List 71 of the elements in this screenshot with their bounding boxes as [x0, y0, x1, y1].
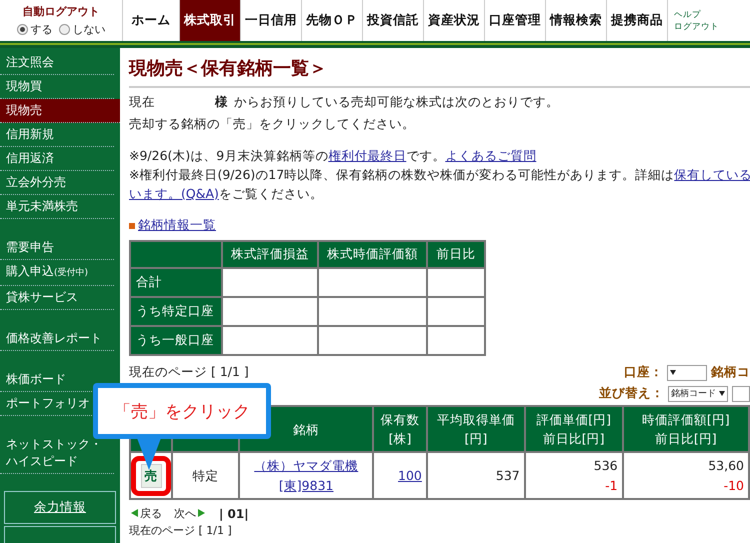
- text: ※9/26(木)は、9月末決算銘柄等の: [129, 148, 328, 163]
- column-header: 保有数 [株]: [373, 406, 427, 452]
- nav-link[interactable]: ヘルプ: [674, 8, 719, 20]
- page-title: 現物売＜保有銘柄一覧＞: [129, 48, 750, 88]
- sidebar-item[interactable]: 信用返済: [0, 147, 114, 171]
- filter-label: 並び替え：: [599, 385, 664, 402]
- prev-link[interactable]: 戻る: [129, 506, 162, 521]
- change-text: -1: [604, 476, 618, 494]
- column-header: 平均取得単価 [円]: [426, 406, 525, 452]
- page-indicator: 現在のページ [ 1/1 ]: [129, 523, 233, 538]
- table-cell: [427, 268, 485, 297]
- value-text: 53,60: [707, 456, 744, 474]
- sell-button[interactable]: 売: [140, 464, 162, 488]
- page-numbers: | 01|: [219, 506, 249, 520]
- sidebar-item[interactable]: 購入申込(受付中): [0, 260, 114, 286]
- sidebar-item[interactable]: 現物売: [0, 99, 120, 123]
- text: をご覧ください。: [218, 186, 323, 201]
- sidebar-item[interactable]: 立会外分売: [0, 171, 114, 195]
- sidebar-item[interactable]: 単元未満株売: [0, 195, 114, 219]
- left-triangle-icon: [131, 509, 138, 517]
- price-text: 536: [592, 456, 618, 474]
- column-header: 株式時価評価額: [318, 241, 427, 268]
- sidebar-item[interactable]: 価格改善レポート: [0, 327, 114, 351]
- text: ※権利付最終日(9/26)の17時以降、保有銘柄の株数や株価が変わる可能性があります。詳細は: [129, 167, 674, 182]
- filter-label: 銘柄コ: [711, 364, 750, 381]
- link[interactable]: います。(Q&A): [129, 186, 219, 201]
- dropdown[interactable]: [667, 364, 707, 380]
- sidebar-item[interactable]: 注文照会: [0, 51, 114, 75]
- text: 現在: [129, 94, 155, 109]
- radio-option[interactable]: する: [16, 22, 52, 37]
- auto-logout-label: 自動ログアウト: [22, 4, 100, 19]
- row-header: 合計: [130, 268, 222, 297]
- filter-label: 口座：: [624, 364, 663, 381]
- funds-info-button[interactable]: 余力情報: [4, 491, 116, 524]
- caret-icon: [670, 370, 676, 375]
- row-header: うち一般口座: [130, 326, 222, 355]
- table-cell: [427, 297, 485, 326]
- nav-tab[interactable]: 株式取引: [179, 0, 240, 41]
- text: です。: [406, 148, 446, 163]
- link[interactable]: よくあるご質問: [445, 148, 536, 163]
- caret-icon: [719, 391, 725, 396]
- tooltip-pointer: [137, 438, 161, 470]
- table-cell: [427, 326, 485, 355]
- nav-link[interactable]: ログアウト: [674, 20, 719, 32]
- column-header: 評価単価[円] 前日比[円]: [524, 406, 623, 452]
- right-triangle-icon: [198, 509, 205, 517]
- quantity-link[interactable]: 100: [398, 468, 422, 482]
- link[interactable]: 権利付最終日: [328, 148, 406, 163]
- text: 様: [215, 94, 228, 109]
- link[interactable]: 保有している: [674, 167, 750, 182]
- stock-name-link[interactable]: （株）ヤマダ電機: [241, 456, 372, 476]
- sidebar-item[interactable]: 需要申告: [0, 236, 114, 260]
- column-header: 前日比: [427, 241, 485, 268]
- change-text: -10: [722, 476, 744, 494]
- hint-tooltip: 「売」をクリック: [93, 383, 271, 439]
- sidebar-item[interactable]: 信用新規: [0, 123, 114, 147]
- text: からお預りしている売却可能な株式は次のとおりです。: [234, 94, 559, 109]
- text: 売却する銘柄の「売」をクリックしてください。: [129, 116, 415, 131]
- next-link[interactable]: 次へ: [174, 506, 207, 521]
- table-cell: 537: [426, 452, 525, 499]
- square-icon: [129, 222, 135, 228]
- dropdown[interactable]: 銘柄コード: [668, 386, 728, 402]
- stock-code-link[interactable]: [東]9831: [241, 476, 372, 496]
- column-header: 株式評価損益: [222, 241, 318, 268]
- column-header: 時価評価額[円] 前日比[円]: [622, 406, 749, 452]
- row-header: うち特定口座: [130, 297, 222, 326]
- radio-option[interactable]: しない: [58, 22, 106, 37]
- table-cell: 特定: [172, 452, 240, 499]
- link[interactable]: 銘柄情報一覧: [138, 217, 216, 234]
- sidebar-item[interactable]: 貸株サービス: [0, 286, 114, 310]
- page-indicator: 現在のページ [ 1/1 ]: [129, 364, 249, 381]
